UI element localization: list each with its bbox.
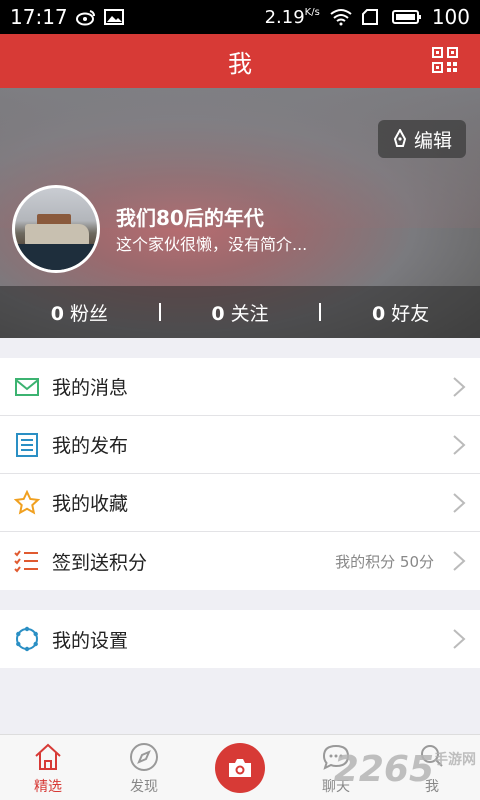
menu-item-settings[interactable]: 我的设置: [0, 610, 480, 668]
watermark: 2265手游网: [333, 749, 476, 790]
stat-fans[interactable]: 0 粉丝: [0, 299, 159, 326]
menu-group-settings: 我的设置: [0, 610, 480, 668]
tab-label: 精选: [34, 779, 62, 795]
page-title: 我: [228, 49, 252, 78]
menu-label: 我的设置: [52, 629, 129, 652]
chevron-right-icon: [453, 551, 466, 571]
qrcode-icon[interactable]: [432, 47, 458, 73]
menu-item-messages[interactable]: 我的消息: [0, 358, 480, 416]
status-time: 17:17: [10, 5, 68, 29]
status-bar: 17:17 2.19K/s 100: [0, 0, 480, 34]
menu-item-checkin[interactable]: 签到送积分 我的积分 50分: [0, 532, 480, 590]
title-bar: 我: [0, 34, 480, 88]
network-speed: 2.19K/s: [264, 6, 320, 28]
compass-icon: [130, 743, 158, 771]
menu-label: 我的发布: [52, 435, 129, 457]
wifi-icon: [330, 9, 352, 26]
tab-featured[interactable]: 精选: [0, 735, 96, 800]
mail-icon: [14, 374, 40, 400]
menu-label: 我的消息: [52, 377, 129, 399]
checklist-icon: [14, 548, 40, 574]
home-icon: [35, 743, 61, 770]
camera-icon: [229, 759, 251, 777]
stats-bar: 0 粉丝 0 关注 0 好友: [0, 286, 480, 338]
star-icon: [14, 489, 40, 516]
weibo-icon: [75, 10, 95, 26]
chevron-right-icon: [453, 493, 466, 513]
image-icon: [103, 9, 124, 25]
avatar[interactable]: [12, 185, 100, 273]
profile-header: 编辑 我们80后的年代 这个家伙很懒，没有简介... 0 粉丝 0 关注 0 好友: [0, 88, 480, 338]
user-bio: 这个家伙很懒，没有简介...: [116, 235, 308, 254]
stat-following[interactable]: 0 关注: [161, 299, 320, 326]
edit-label: 编辑: [413, 129, 452, 152]
pen-icon: [393, 129, 407, 147]
chevron-right-icon: [453, 435, 466, 455]
menu-group-main: 我的消息 我的发布 我的收藏 签到送积分 我的积分 50分: [0, 358, 480, 590]
camera-button[interactable]: [215, 743, 265, 793]
tab-discover[interactable]: 发现: [96, 735, 192, 800]
sim-icon: [361, 9, 378, 25]
list-icon: [14, 432, 40, 458]
battery-icon: [391, 10, 421, 24]
menu-label: 签到送积分: [52, 551, 148, 574]
battery-level: 100: [431, 5, 470, 29]
username: 我们80后的年代: [116, 206, 264, 230]
points-value: 我的积分 50分: [335, 552, 434, 571]
chevron-right-icon: [453, 377, 466, 397]
tab-label: 发现: [130, 779, 158, 795]
menu-label: 我的收藏: [52, 493, 129, 515]
menu-item-favorites[interactable]: 我的收藏: [0, 474, 480, 532]
gear-icon: [14, 626, 40, 652]
menu-item-posts[interactable]: 我的发布: [0, 416, 480, 474]
chevron-right-icon: [453, 629, 466, 649]
edit-profile-button[interactable]: 编辑: [378, 120, 466, 158]
stat-friends[interactable]: 0 好友: [321, 299, 480, 326]
